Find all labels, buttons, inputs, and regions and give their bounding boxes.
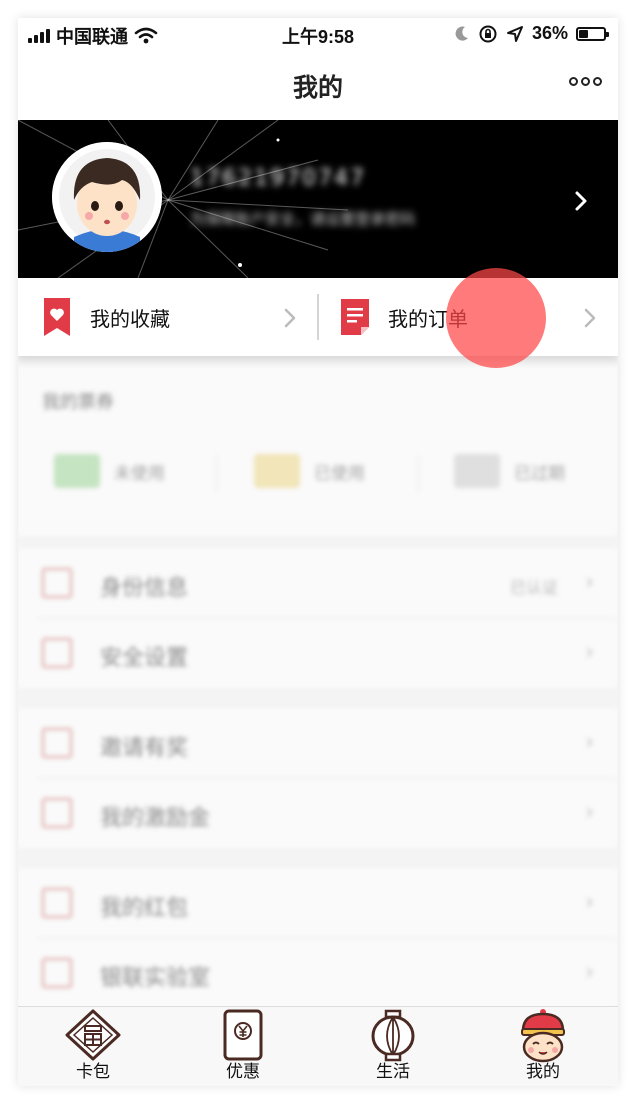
tab-life-label: 生活 (376, 1062, 410, 1082)
chevron-right-icon (575, 191, 587, 211)
shield-icon (42, 638, 72, 668)
boy-avatar-icon (52, 142, 162, 252)
red-packet-icon (42, 888, 72, 918)
coupon-used[interactable]: 已使用 (254, 454, 365, 488)
security-tip: 为保障账户安全，请设置登录密码 (190, 210, 416, 228)
list-item-label: 身份信息 (100, 576, 189, 601)
coupon-expired-icon (454, 454, 500, 488)
coupon-unused-label: 未使用 (114, 463, 165, 484)
page-title: 我的 (292, 73, 343, 102)
coin-icon (42, 798, 72, 828)
tab-bar: 卡包 优惠 生活 我的 (18, 1006, 618, 1086)
chevron-right-icon: › (585, 730, 594, 755)
settings-group-1: 身份信息 已认证 › 安全设置 › (18, 548, 618, 688)
tab-cards-label: 卡包 (76, 1062, 110, 1082)
orientation-lock-icon (479, 25, 497, 42)
chevron-right-icon: › (585, 890, 594, 915)
chevron-right-icon: › (585, 640, 594, 665)
list-item[interactable]: 安全设置 › (18, 618, 618, 688)
coupons-card: 我的票券 未使用 已使用 已过期 (18, 366, 618, 536)
gift-icon (42, 728, 72, 758)
more-dots-icon[interactable] (569, 77, 602, 86)
list-item-label: 我的红包 (100, 896, 189, 921)
list-item[interactable]: 我的激励金 › (18, 778, 618, 848)
chevron-right-icon (284, 308, 296, 328)
tab-offers[interactable]: 优惠 (168, 1007, 318, 1086)
list-item-label: 银联实验室 (100, 966, 211, 991)
settings-group-2: 邀请有奖 › 我的激励金 › (18, 708, 618, 848)
chevron-right-icon: › (585, 570, 594, 595)
coupon-used-icon (254, 454, 300, 488)
tab-life[interactable]: 生活 (318, 1007, 468, 1086)
list-item-label: 邀请有奖 (100, 736, 189, 761)
coupon-unused-icon (54, 454, 100, 488)
list-item[interactable]: 我的红包 › (18, 868, 618, 938)
order-document-icon (341, 299, 369, 335)
nav-bar: 我的 (18, 50, 618, 120)
bookmark-heart-icon (44, 298, 70, 336)
chevron-right-icon (584, 308, 596, 328)
divider (418, 456, 419, 492)
favorites-label: 我的收藏 (90, 306, 170, 331)
list-item-label: 安全设置 (100, 646, 189, 671)
touch-indicator (446, 268, 546, 368)
divider (38, 618, 618, 619)
chevron-right-icon: › (585, 800, 594, 825)
tab-cards[interactable]: 卡包 (18, 1007, 168, 1086)
profile-banner[interactable]: 17621970747 为保障账户安全，请设置登录密码 (18, 120, 618, 278)
battery-icon (576, 26, 609, 41)
list-item[interactable]: 身份信息 已认证 › (18, 548, 618, 618)
coupon-expired-label: 已过期 (514, 463, 565, 484)
tab-offers-label: 优惠 (226, 1062, 260, 1082)
battery-percent: 36% (531, 23, 568, 43)
tab-mine[interactable]: 我的 (468, 1007, 618, 1086)
coupon-expired[interactable]: 已过期 (454, 454, 565, 488)
settings-group-3: 我的红包 › 银联实验室 › (18, 868, 618, 1008)
divider (38, 938, 618, 939)
list-item-value: 已认证 (509, 578, 558, 597)
phone-screen: 中国联通 上午9:58 36% 我的 17621970747 为保障账户安全，请… (18, 18, 618, 1086)
coupon-used-label: 已使用 (314, 463, 365, 484)
id-card-icon (42, 568, 72, 598)
phone-number: 17621970747 (190, 166, 366, 191)
blurred-content: 我的票券 未使用 已使用 已过期 身份信息 已认证 › 安全设置 › 邀请有奖 … (18, 356, 618, 1008)
tab-mine-label: 我的 (526, 1062, 560, 1082)
favorites-button[interactable]: 我的收藏 (18, 278, 318, 356)
divider (216, 456, 217, 492)
status-right: 36% (454, 23, 609, 44)
divider (38, 778, 618, 779)
flask-icon (42, 958, 72, 988)
location-icon (506, 25, 523, 42)
list-item[interactable]: 银联实验室 › (18, 938, 618, 1008)
list-item-label: 我的激励金 (100, 806, 211, 831)
avatar[interactable] (52, 142, 162, 252)
list-item[interactable]: 邀请有奖 › (18, 708, 618, 778)
chevron-right-icon: › (585, 960, 594, 985)
moon-icon (455, 26, 468, 41)
status-bar: 中国联通 上午9:58 36% (18, 18, 618, 50)
coupons-title: 我的票券 (42, 392, 114, 413)
coupon-unused[interactable]: 未使用 (54, 454, 165, 488)
